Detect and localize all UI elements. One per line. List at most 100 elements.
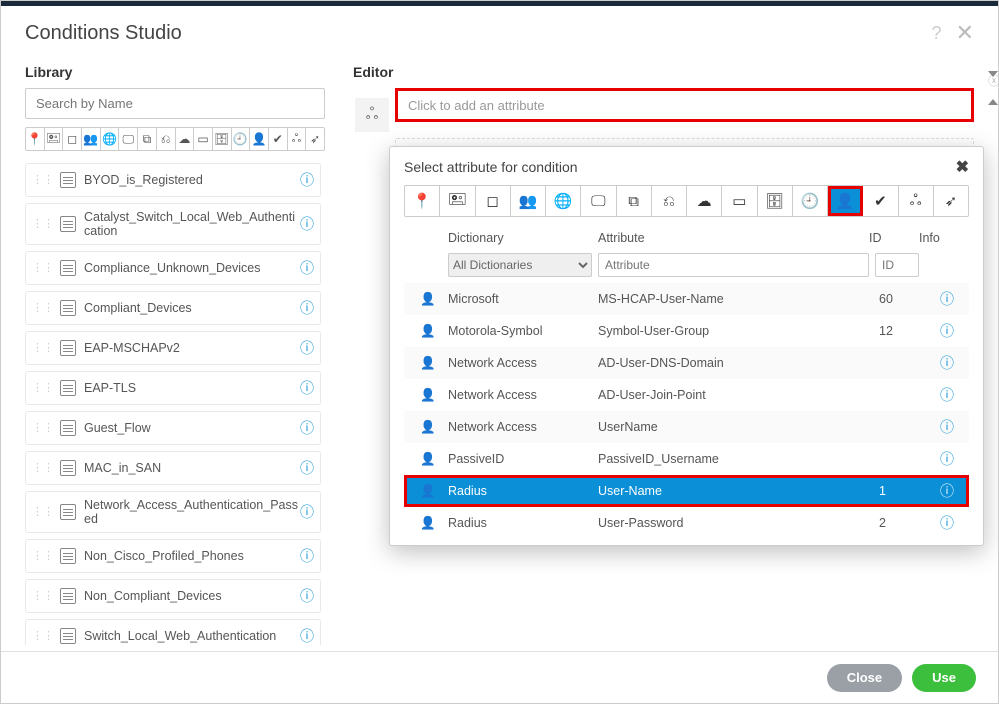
library-item[interactable]: ⋮⋮Catalyst_Switch_Local_Web_Authenticati… [25, 203, 321, 245]
drag-handle-icon[interactable]: ⋮⋮ [32, 175, 54, 185]
drag-handle-icon[interactable]: ⋮⋮ [32, 507, 54, 517]
id-filter[interactable] [875, 253, 919, 277]
info-icon[interactable]: ⓘ [300, 458, 314, 478]
device-icon[interactable]: ▭ [722, 186, 757, 216]
net-icon[interactable]: ☁ [176, 128, 195, 150]
library-item[interactable]: ⋮⋮EAP-TLSⓘ [25, 371, 321, 405]
library-item[interactable]: ⋮⋮Switch_Local_Web_Authenticationⓘ [25, 619, 321, 645]
globe-icon[interactable]: 🌐 [546, 186, 581, 216]
clock-icon[interactable]: 🕘 [232, 128, 251, 150]
library-item[interactable]: ⋮⋮BYOD_is_Registeredⓘ [25, 163, 321, 197]
net-icon[interactable]: ☁ [687, 186, 722, 216]
info-icon[interactable]: ⓘ [929, 481, 965, 501]
user-icon[interactable]: 👤 [250, 128, 269, 150]
info-icon[interactable]: ⓘ [300, 298, 314, 318]
info-icon[interactable]: ⓘ [300, 338, 314, 358]
drag-handle-icon[interactable]: ⋮⋮ [32, 463, 54, 473]
attribute-row[interactable]: 👤Network AccessUserNameⓘ [404, 411, 969, 443]
info-icon[interactable]: ⓘ [300, 586, 314, 606]
library-item[interactable]: ⋮⋮Network_Access_Authentication_Passedⓘ [25, 491, 321, 533]
drag-handle-icon[interactable]: ⋮⋮ [32, 219, 54, 229]
attribute-row[interactable]: 👤Network AccessAD-User-DNS-Domainⓘ [404, 347, 969, 379]
attribute-filter[interactable] [598, 253, 869, 277]
info-icon[interactable]: ⓘ [929, 417, 965, 437]
attribute-row[interactable]: 👤Motorola-SymbolSymbol-User-Group12ⓘ [404, 315, 969, 347]
info-icon[interactable]: ⓘ [929, 353, 965, 373]
server-icon[interactable]: 🗄 [213, 128, 232, 150]
monitor-icon[interactable]: 🖵 [119, 128, 138, 150]
info-icon[interactable]: ⓘ [300, 378, 314, 398]
info-icon[interactable]: ⓘ [300, 258, 314, 278]
condition-icon [60, 628, 76, 644]
square-icon[interactable]: ◻ [476, 186, 511, 216]
monitor-icon[interactable]: 🖵 [581, 186, 616, 216]
attribute-row[interactable]: 👤PassiveIDPassiveID_Usernameⓘ [404, 443, 969, 475]
info-icon[interactable]: ⓘ [929, 385, 965, 405]
drag-handle-icon[interactable]: ⋮⋮ [32, 631, 54, 641]
popup-close-icon[interactable]: ✖ [956, 157, 969, 177]
row-dictionary: Radius [448, 516, 598, 530]
wifi-icon[interactable]: ➶ [306, 128, 324, 150]
attribute-row[interactable]: 👤Network AccessAD-User-Join-Pointⓘ [404, 379, 969, 411]
attribute-input[interactable]: Click to add an attribute [395, 88, 974, 122]
group-icon[interactable]: 👥 [511, 186, 546, 216]
drag-handle-icon[interactable]: ⋮⋮ [32, 263, 54, 273]
attribute-row[interactable]: 👤RadiusUser-Password2ⓘ [404, 507, 969, 531]
close-button[interactable]: Close [827, 664, 902, 692]
window-icon[interactable]: ⧉ [138, 128, 157, 150]
info-icon[interactable]: ⓘ [300, 502, 314, 522]
help-icon[interactable]: ? [932, 23, 942, 44]
tree-icon[interactable]: ஃ [899, 186, 934, 216]
window-icon[interactable]: ⧉ [617, 186, 652, 216]
flow-icon[interactable]: ⎌ [157, 128, 176, 150]
dictionary-filter[interactable]: All Dictionaries [448, 253, 592, 277]
drag-handle-icon[interactable]: ⋮⋮ [32, 423, 54, 433]
info-icon[interactable]: ⓘ [300, 418, 314, 438]
clock-icon[interactable]: 🕘 [793, 186, 828, 216]
library-item[interactable]: ⋮⋮EAP-MSCHAPv2ⓘ [25, 331, 321, 365]
info-icon[interactable]: ⓘ [300, 214, 314, 234]
info-icon[interactable]: ⓘ [300, 170, 314, 190]
info-icon[interactable]: ⓘ [929, 321, 965, 341]
scroll-down-icon[interactable] [984, 64, 999, 641]
library-item[interactable]: ⋮⋮Compliant_Devicesⓘ [25, 291, 321, 325]
pin-icon[interactable]: 📍 [405, 186, 440, 216]
card-icon[interactable]: 🖭 [440, 186, 475, 216]
globe-icon[interactable]: 🌐 [101, 128, 120, 150]
flow-icon[interactable]: ⎌ [652, 186, 687, 216]
library-item[interactable]: ⋮⋮Non_Compliant_Devicesⓘ [25, 579, 321, 613]
shield-icon[interactable]: ✔ [269, 128, 288, 150]
library-item[interactable]: ⋮⋮Non_Cisco_Profiled_Phonesⓘ [25, 539, 321, 573]
drag-handle-icon[interactable]: ⋮⋮ [32, 591, 54, 601]
search-input-wrapper[interactable] [25, 88, 325, 119]
row-attribute: User-Name [598, 484, 879, 498]
info-icon[interactable]: ⓘ [300, 546, 314, 566]
condition-tree-icon[interactable]: ஃ [355, 98, 389, 132]
use-button[interactable]: Use [912, 664, 976, 692]
square-icon[interactable]: ◻ [63, 128, 82, 150]
info-icon[interactable]: ⓘ [929, 449, 965, 469]
tree-icon[interactable]: ஃ [288, 128, 307, 150]
group-icon[interactable]: 👥 [82, 128, 101, 150]
library-item[interactable]: ⋮⋮Compliance_Unknown_Devicesⓘ [25, 251, 321, 285]
info-icon[interactable]: ⓘ [300, 626, 314, 645]
card-icon[interactable]: 🖭 [45, 128, 64, 150]
server-icon[interactable]: 🗄 [758, 186, 793, 216]
attribute-row[interactable]: 👤RadiusUser-Name1ⓘ [404, 475, 969, 507]
drag-handle-icon[interactable]: ⋮⋮ [32, 303, 54, 313]
attribute-row[interactable]: 👤MicrosoftMS-HCAP-User-Name60ⓘ [404, 283, 969, 315]
library-item[interactable]: ⋮⋮Guest_Flowⓘ [25, 411, 321, 445]
drag-handle-icon[interactable]: ⋮⋮ [32, 551, 54, 561]
drag-handle-icon[interactable]: ⋮⋮ [32, 343, 54, 353]
pin-icon[interactable]: 📍 [26, 128, 45, 150]
user-icon[interactable]: 👤 [828, 186, 863, 216]
info-icon[interactable]: ⓘ [929, 289, 965, 309]
close-icon[interactable]: ✕ [956, 20, 974, 46]
library-item[interactable]: ⋮⋮MAC_in_SANⓘ [25, 451, 321, 485]
search-input[interactable] [34, 95, 316, 112]
device-icon[interactable]: ▭ [194, 128, 213, 150]
info-icon[interactable]: ⓘ [929, 513, 965, 531]
shield-icon[interactable]: ✔ [863, 186, 898, 216]
wifi-icon[interactable]: ➶ [934, 186, 968, 216]
drag-handle-icon[interactable]: ⋮⋮ [32, 383, 54, 393]
